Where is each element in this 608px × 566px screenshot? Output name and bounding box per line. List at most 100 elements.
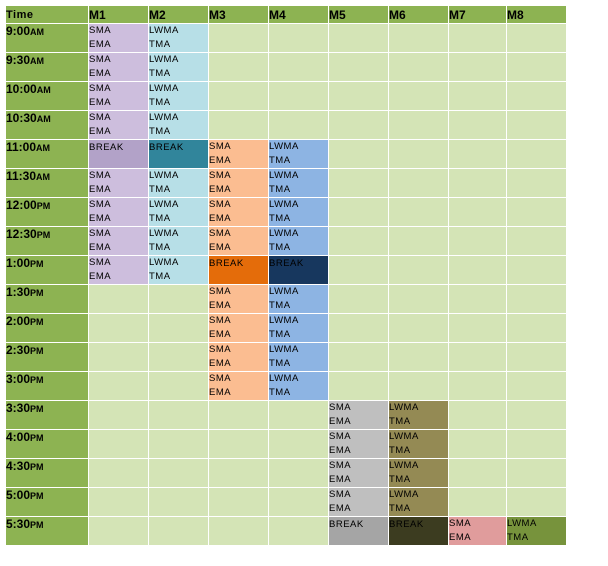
task-cell: LWMA TMA — [149, 227, 208, 255]
time-ampm: PM — [36, 230, 51, 240]
time-ampm: PM — [30, 520, 44, 530]
time-slot: 4:00PM — [6, 430, 88, 458]
empty-cell — [449, 256, 506, 284]
task-cell: LWMA TMA — [389, 401, 448, 429]
break-label: BREAK — [149, 142, 184, 153]
task-label: EMA — [89, 271, 112, 282]
break-label: BREAK — [389, 519, 424, 530]
task-cell: SMA EMA — [89, 169, 148, 197]
task-label: TMA — [269, 155, 291, 166]
header-m3: M3 — [209, 6, 268, 23]
empty-cell — [149, 401, 208, 429]
empty-cell — [389, 314, 448, 342]
task-label: LWMA — [149, 54, 179, 65]
empty-cell — [329, 169, 388, 197]
time-value: 2:00 — [6, 314, 31, 328]
empty-cell — [269, 430, 328, 458]
break-label: BREAK — [329, 519, 364, 530]
task-label: TMA — [389, 474, 411, 485]
schedule-row: 10:00AM SMA EMA LWMA TMA — [6, 82, 566, 110]
empty-cell — [507, 372, 566, 400]
time-ampm: AM — [36, 143, 51, 153]
empty-cell — [449, 343, 506, 371]
task-label: TMA — [389, 416, 411, 427]
task-cell: LWMA TMA — [269, 140, 328, 168]
empty-cell — [507, 82, 566, 110]
empty-cell — [329, 111, 388, 139]
task-label: SMA — [209, 141, 232, 152]
time-slot: 5:00PM — [6, 488, 88, 516]
empty-cell — [209, 488, 268, 516]
task-cell: LWMA TMA — [149, 256, 208, 284]
header-time: Time — [6, 6, 88, 23]
empty-cell — [89, 343, 148, 371]
task-label: SMA — [89, 257, 112, 268]
task-label: EMA — [209, 155, 232, 166]
empty-cell — [449, 111, 506, 139]
time-value: 9:30 — [6, 53, 31, 67]
empty-cell — [209, 430, 268, 458]
time-value: 2:30 — [6, 343, 31, 357]
empty-cell — [507, 140, 566, 168]
task-label: TMA — [507, 532, 529, 543]
header-m2: M2 — [149, 6, 208, 23]
task-label: LWMA — [269, 373, 299, 384]
time-slot: 10:00AM — [6, 82, 88, 110]
empty-cell — [269, 53, 328, 81]
header-m1: M1 — [89, 6, 148, 23]
time-slot: 3:30PM — [6, 401, 88, 429]
task-label: SMA — [89, 112, 112, 123]
task-label: TMA — [269, 329, 291, 340]
empty-cell — [209, 111, 268, 139]
empty-cell — [507, 401, 566, 429]
time-value: 1:00 — [6, 256, 31, 270]
empty-cell — [449, 401, 506, 429]
empty-cell — [389, 343, 448, 371]
empty-cell — [507, 314, 566, 342]
task-label: TMA — [149, 68, 171, 79]
schedule-row: 2:30PM SMA EMA LWMA TMA — [6, 343, 566, 371]
time-value: 3:00 — [6, 372, 31, 386]
header-m6: M6 — [389, 6, 448, 23]
empty-cell — [449, 198, 506, 226]
empty-cell — [449, 372, 506, 400]
empty-cell — [269, 488, 328, 516]
task-cell: LWMA TMA — [389, 430, 448, 458]
time-value: 4:00 — [6, 430, 31, 444]
task-label: TMA — [389, 445, 411, 456]
schedule-row: 5:00PM SMA EMA LWMA TMA — [6, 488, 566, 516]
empty-cell — [449, 285, 506, 313]
time-slot: 11:00AM — [6, 140, 88, 168]
task-cell: SMA EMA — [209, 372, 268, 400]
empty-cell — [149, 459, 208, 487]
empty-cell — [507, 111, 566, 139]
empty-cell — [329, 227, 388, 255]
empty-cell — [89, 459, 148, 487]
task-label: SMA — [89, 199, 112, 210]
task-label: SMA — [209, 373, 232, 384]
task-cell: SMA EMA — [329, 488, 388, 516]
empty-cell — [329, 198, 388, 226]
task-label: EMA — [329, 445, 352, 456]
task-label: SMA — [89, 228, 112, 239]
time-slot: 12:30PM — [6, 227, 88, 255]
time-slot: 9:30AM — [6, 53, 88, 81]
schedule-row: 1:30PM SMA EMA LWMA TMA — [6, 285, 566, 313]
task-label: TMA — [269, 358, 291, 369]
task-label: LWMA — [149, 257, 179, 268]
time-ampm: PM — [30, 288, 44, 298]
empty-cell — [449, 459, 506, 487]
schedule-row: 2:00PM SMA EMA LWMA TMA — [6, 314, 566, 342]
task-label: TMA — [149, 271, 171, 282]
empty-cell — [89, 314, 148, 342]
task-label: LWMA — [269, 344, 299, 355]
break-cell: BREAK — [89, 140, 148, 168]
empty-cell — [89, 372, 148, 400]
empty-cell — [389, 24, 448, 52]
empty-cell — [329, 343, 388, 371]
empty-cell — [449, 24, 506, 52]
schedule-row: 9:00AM SMA EMA LWMA TMA — [6, 24, 566, 52]
break-label: BREAK — [269, 258, 304, 269]
time-value: 4:30 — [6, 459, 31, 473]
schedule-row: 12:30PM SMA EMA LWMA TMA SMA EMA LWMA TMA — [6, 227, 566, 255]
